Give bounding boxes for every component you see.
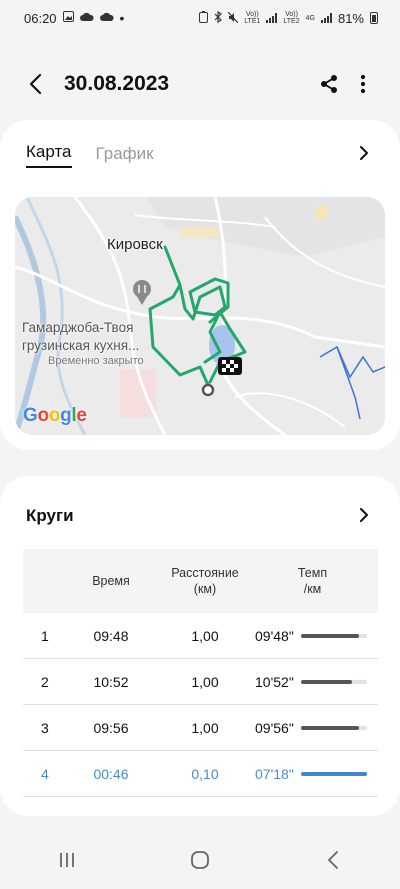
lap-distance: 0,10 bbox=[191, 765, 219, 782]
laps-card: Круги Время Расстояние (км) Темп /км 1 0… bbox=[0, 476, 400, 816]
laps-table-header: Время Расстояние (км) Темп /км bbox=[23, 549, 378, 613]
map-poi-line1: Гамарджоба-Твоя bbox=[22, 320, 134, 335]
lap-pace-value: 07'18" bbox=[255, 765, 294, 782]
battery-icon bbox=[370, 12, 378, 24]
route-map[interactable]: Кировск Гамарджоба-Твоя грузинская кухня… bbox=[15, 197, 385, 435]
battery-saver-icon bbox=[199, 10, 209, 26]
gallery-icon bbox=[62, 11, 74, 25]
pace-bar bbox=[301, 771, 367, 776]
back-arrow-icon bbox=[29, 73, 42, 95]
battery-level: 81% bbox=[337, 10, 364, 26]
map-city-label: Кировск bbox=[107, 236, 163, 253]
cloud-icon bbox=[79, 12, 94, 25]
lap-pace: 10'52" bbox=[247, 674, 378, 690]
laps-table: Время Расстояние (км) Темп /км 1 09:48 1… bbox=[23, 549, 378, 797]
map-poi-status: Временно закрыто bbox=[48, 355, 144, 367]
status-right: Vo)) LTE1 Vo)) LTE2 4G 81% bbox=[199, 10, 378, 26]
lap-number: 3 bbox=[41, 719, 49, 736]
lap-pace-value: 10'52" bbox=[255, 673, 294, 690]
home-icon bbox=[191, 850, 209, 869]
lap-distance: 1,00 bbox=[191, 627, 219, 644]
network-1-label: Vo)) LTE1 bbox=[244, 11, 261, 25]
col-time-header: Время bbox=[92, 574, 130, 588]
lap-distance: 1,00 bbox=[191, 719, 219, 736]
notification-dot-icon: • bbox=[119, 10, 125, 26]
lap-number: 4 bbox=[41, 765, 49, 782]
more-options-button[interactable] bbox=[346, 67, 380, 101]
map-poi-label: Гамарджоба-Твоя грузинская кухня... bbox=[22, 319, 139, 355]
lap-number: 2 bbox=[41, 673, 49, 690]
back-icon bbox=[328, 850, 339, 869]
home-button[interactable] bbox=[170, 840, 230, 880]
lap-pace: 07'18" bbox=[247, 766, 378, 782]
lap-time: 09:56 bbox=[93, 719, 129, 736]
app-header: 30.08.2023 bbox=[0, 60, 400, 108]
tab-chart[interactable]: График bbox=[96, 144, 154, 168]
system-nav-bar bbox=[0, 830, 400, 889]
view-tabs: Карта График bbox=[26, 142, 154, 168]
lap-number: 1 bbox=[41, 627, 49, 644]
mute-icon bbox=[227, 11, 239, 26]
laps-details-button[interactable] bbox=[352, 503, 376, 527]
pace-bar-fill bbox=[301, 725, 360, 730]
table-row: 4 00:46 0,10 07'18" bbox=[23, 751, 378, 797]
lap-time: 00:46 bbox=[93, 765, 129, 782]
nav-back-button[interactable] bbox=[303, 840, 363, 880]
page-title: 30.08.2023 bbox=[64, 72, 170, 95]
google-logo: Google bbox=[23, 405, 87, 426]
tab-map[interactable]: Карта bbox=[26, 142, 72, 168]
back-button[interactable] bbox=[20, 69, 50, 99]
table-row: 2 10:52 1,00 10'52" bbox=[23, 659, 378, 705]
network-2-type: 4G bbox=[305, 14, 315, 22]
pace-bar-fill bbox=[301, 633, 360, 638]
lap-pace: 09'56" bbox=[247, 720, 378, 736]
chevron-right-icon bbox=[360, 508, 368, 522]
table-row: 1 09:48 1,00 09'48" bbox=[23, 613, 378, 659]
map-poi-line2: грузинская кухня... bbox=[22, 338, 140, 353]
share-icon bbox=[321, 75, 337, 93]
signal-2-icon bbox=[320, 13, 332, 23]
status-left: 06:20 • bbox=[24, 10, 124, 26]
table-row: 3 09:56 1,00 09'56" bbox=[23, 705, 378, 751]
laps-title: Круги bbox=[26, 506, 74, 525]
lap-time: 10:52 bbox=[93, 673, 129, 690]
recent-apps-icon bbox=[59, 852, 74, 867]
lap-distance: 1,00 bbox=[191, 673, 219, 690]
status-time: 06:20 bbox=[24, 10, 57, 26]
chevron-right-icon bbox=[360, 146, 368, 160]
network-2-label: Vo)) LTE2 bbox=[283, 11, 300, 25]
recent-apps-button[interactable] bbox=[37, 840, 97, 880]
map-details-button[interactable] bbox=[352, 141, 376, 165]
map-graphics bbox=[15, 197, 385, 435]
cloud-icon-2 bbox=[99, 12, 114, 25]
pace-bar bbox=[301, 633, 367, 638]
lap-pace-value: 09'48" bbox=[255, 627, 294, 644]
pace-bar bbox=[301, 679, 367, 684]
lap-pace-value: 09'56" bbox=[255, 719, 294, 736]
lap-pace: 09'48" bbox=[247, 628, 378, 644]
pace-bar-fill bbox=[301, 679, 353, 684]
pace-bar bbox=[301, 725, 367, 730]
map-card: Карта График Кировск Гамарджоба-Твоя гру… bbox=[0, 120, 400, 450]
col-distance-header: Расстояние (км) bbox=[171, 566, 239, 596]
more-vertical-icon bbox=[360, 74, 366, 94]
share-button[interactable] bbox=[312, 67, 346, 101]
bluetooth-icon bbox=[214, 10, 223, 26]
signal-1-icon bbox=[266, 13, 278, 23]
col-pace-header: Темп /км bbox=[297, 566, 328, 596]
status-bar: 06:20 • Vo)) LTE1 Vo)) LTE2 4G 81% bbox=[0, 0, 400, 36]
pace-bar-fill bbox=[301, 771, 367, 776]
lap-time: 09:48 bbox=[93, 627, 129, 644]
